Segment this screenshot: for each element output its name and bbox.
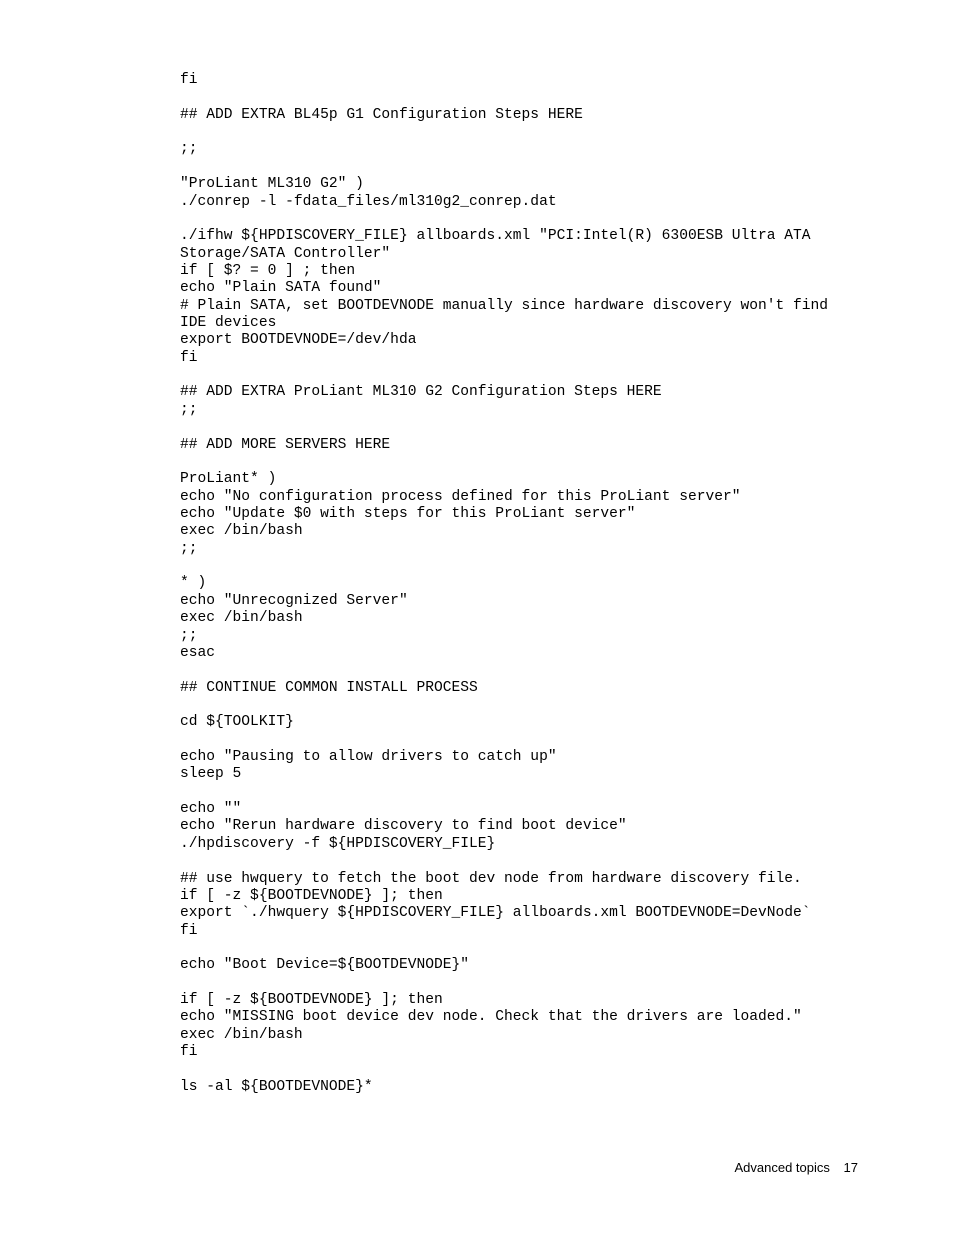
- footer-page-number: 17: [844, 1160, 858, 1175]
- page-footer: Advanced topics 17: [735, 1160, 859, 1175]
- footer-section-title: Advanced topics: [735, 1160, 830, 1175]
- code-block: fi ## ADD EXTRA BL45p G1 Configuration S…: [180, 72, 858, 1096]
- document-page: fi ## ADD EXTRA BL45p G1 Configuration S…: [0, 0, 954, 1235]
